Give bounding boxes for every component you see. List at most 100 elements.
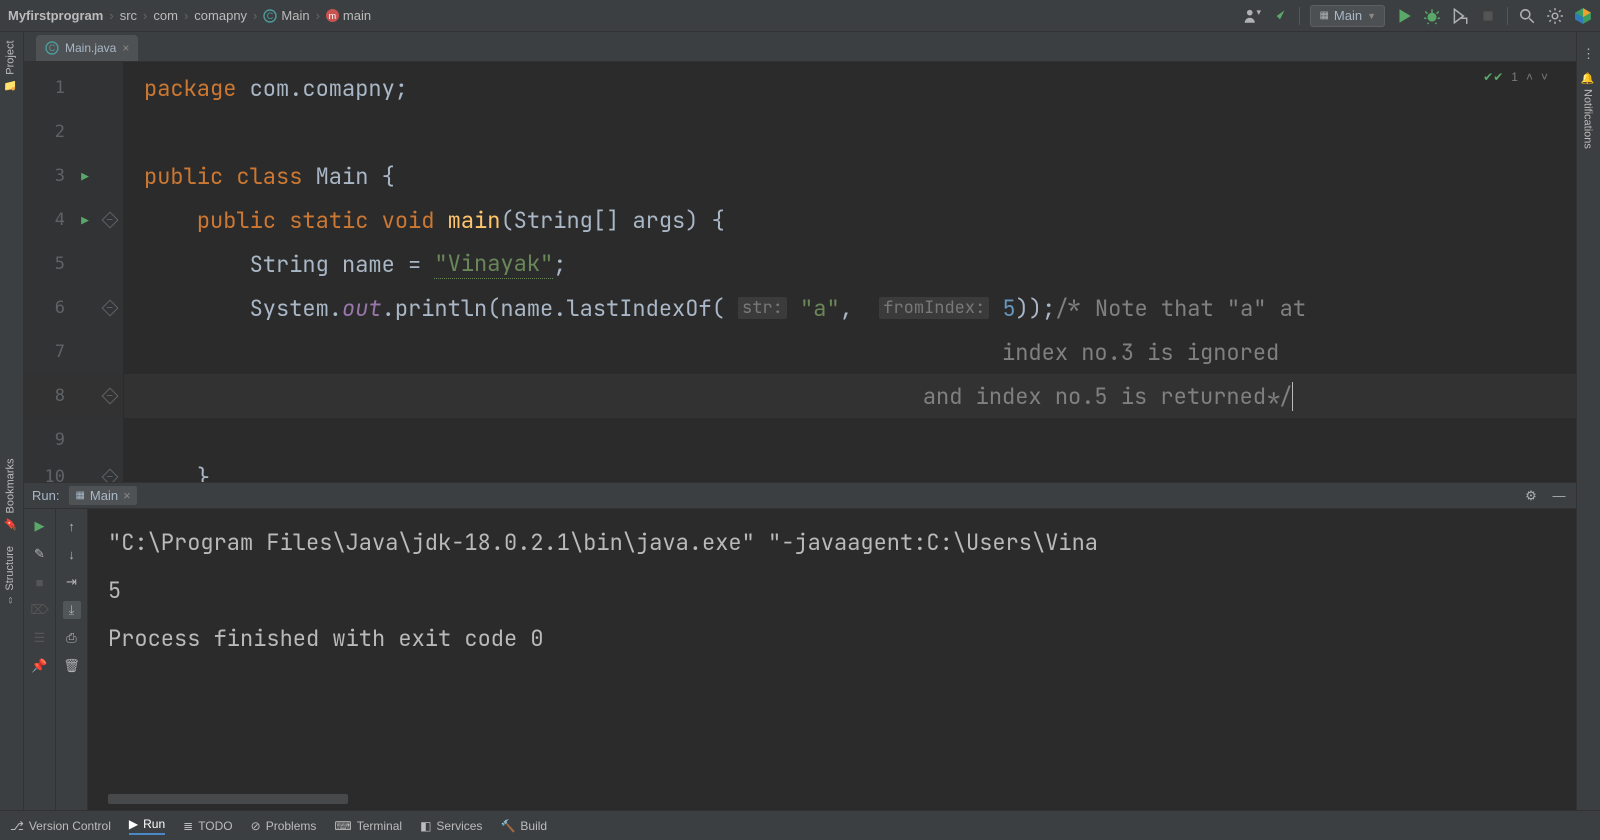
bc-method[interactable]: main <box>343 8 371 23</box>
run-coverage-button[interactable] <box>1451 7 1469 25</box>
problems-tool-tab[interactable]: ⊘Problems <box>251 819 317 833</box>
ide-logo-icon[interactable] <box>1574 7 1592 25</box>
bc-comapny[interactable]: comapny <box>194 8 247 23</box>
line-number[interactable]: 2 <box>24 110 95 154</box>
edit-config-icon[interactable]: ✎ <box>31 545 49 563</box>
run-side-toolbar-2: ↑ ↓ ⇥ ⤓ ⎙ 🗑 <box>56 509 88 810</box>
run-tab[interactable]: ▦ Main × <box>69 486 136 505</box>
svg-text:C: C <box>267 11 274 21</box>
hammer-icon: 🔨 <box>500 819 515 833</box>
checkmark-return-icon[interactable] <box>1271 7 1289 25</box>
terminal-tool-tab[interactable]: ⌨Terminal <box>334 819 402 833</box>
project-tool-tab[interactable]: 📁Project <box>0 32 21 100</box>
chevron-up-icon[interactable]: ˄ <box>1526 70 1533 84</box>
inlay-hint: fromIndex: <box>879 297 989 319</box>
line-number[interactable]: 7 <box>24 330 95 374</box>
console-line: Process finished with exit code 0 <box>108 615 1556 663</box>
gear-icon[interactable]: ⚙ <box>1522 487 1540 505</box>
notifications-tool-tab[interactable]: 🔔Notifications <box>1577 64 1598 157</box>
up-icon[interactable]: ↑ <box>63 517 81 535</box>
method-icon: m <box>326 9 339 22</box>
chevron-right-icon: › <box>314 8 322 23</box>
bc-class[interactable]: Main <box>281 8 309 23</box>
left-tool-sidebar: 📁Project 🔖Bookmarks ⇔Structure <box>0 32 24 810</box>
trash-icon[interactable]: 🗑 <box>63 657 81 675</box>
breadcrumb: Myfirstprogram › src › com › comapny › C… <box>8 8 371 23</box>
stop-button[interactable] <box>1479 7 1497 25</box>
line-number[interactable]: 10 <box>24 462 95 482</box>
bc-project[interactable]: Myfirstprogram <box>8 8 103 23</box>
more-icon[interactable]: ⋮ <box>1577 44 1600 64</box>
chevron-right-icon: › <box>107 8 115 23</box>
print-icon[interactable]: ⎙ <box>63 629 81 647</box>
editor-tab-main[interactable]: C Main.java × <box>36 35 138 61</box>
stop-icon[interactable]: ■ <box>31 573 49 591</box>
bc-com[interactable]: com <box>153 8 178 23</box>
bottom-tool-bar: ⎇Version Control ▶Run ≣TODO ⊘Problems ⌨T… <box>0 810 1600 840</box>
run-gutter-icon[interactable]: ▶ <box>81 169 89 184</box>
pin-icon[interactable]: 📌 <box>31 657 49 675</box>
fold-gutter: − − − − <box>96 62 124 482</box>
services-tool-tab[interactable]: ◧Services <box>420 819 482 833</box>
code-editor[interactable]: 1 2 3▶ 4▶ 5 6 7 8 9 10 − − − − ✔✔ 1 ˄ <box>24 62 1576 482</box>
vcs-tool-tab[interactable]: ⎇Version Control <box>10 819 111 833</box>
minimize-icon[interactable]: — <box>1550 487 1568 505</box>
problem-count: 1 <box>1511 70 1518 84</box>
close-icon[interactable]: × <box>122 41 129 55</box>
services-icon: ◧ <box>420 819 431 833</box>
bc-src[interactable]: src <box>120 8 137 23</box>
search-icon[interactable] <box>1518 7 1536 25</box>
soft-wrap-icon[interactable]: ⇥ <box>63 573 81 591</box>
fold-toggle-icon[interactable]: − <box>101 300 118 317</box>
line-number[interactable]: 4▶ <box>24 198 95 242</box>
editor-tab-label: Main.java <box>65 41 116 55</box>
line-number-gutter: 1 2 3▶ 4▶ 5 6 7 8 9 10 <box>24 62 96 482</box>
chevron-down-icon: ▼ <box>1367 11 1376 21</box>
run-config-selector[interactable]: ▦ Main ▼ <box>1310 5 1385 27</box>
text-cursor <box>1292 382 1306 411</box>
list-icon: ≣ <box>183 819 193 833</box>
chevron-right-icon: › <box>251 8 259 23</box>
horizontal-scrollbar[interactable] <box>108 794 348 804</box>
toolbar-right: ▾ ▦ Main ▼ <box>1243 5 1592 27</box>
console-output[interactable]: "C:\Program Files\Java\jdk-18.0.2.1\bin\… <box>88 509 1576 810</box>
fold-toggle-icon[interactable]: − <box>101 212 118 229</box>
fold-toggle-icon[interactable]: − <box>101 469 118 482</box>
line-number[interactable]: 5 <box>24 242 95 286</box>
run-config-name: Main <box>1334 8 1362 23</box>
run-icon: ▶ <box>129 817 138 831</box>
line-number[interactable]: 6 <box>24 286 95 330</box>
add-user-icon[interactable]: ▾ <box>1243 7 1261 25</box>
app-icon: ▦ <box>1319 10 1328 21</box>
line-number[interactable]: 9 <box>24 418 95 462</box>
close-icon[interactable]: × <box>123 488 131 503</box>
exit-icon[interactable]: ⌦ <box>31 601 49 619</box>
line-number[interactable]: 8 <box>24 374 95 418</box>
run-gutter-icon[interactable]: ▶ <box>81 213 89 228</box>
check-icon: ✔✔ <box>1483 70 1503 84</box>
run-tool-tab[interactable]: ▶Run <box>129 817 165 835</box>
line-number[interactable]: 1 <box>24 66 95 110</box>
line-number[interactable]: 3▶ <box>24 154 95 198</box>
structure-tool-tab[interactable]: ⇔Structure <box>0 538 20 614</box>
gear-icon[interactable] <box>1546 7 1564 25</box>
chevron-right-icon: › <box>141 8 149 23</box>
down-icon[interactable]: ↓ <box>63 545 81 563</box>
build-tool-tab[interactable]: 🔨Build <box>500 819 547 833</box>
terminal-icon: ⌨ <box>334 819 351 833</box>
inlay-hint: str: <box>738 297 787 319</box>
run-button[interactable] <box>1395 7 1413 25</box>
rerun-icon[interactable]: ▶ <box>31 517 49 535</box>
scroll-end-icon[interactable]: ⤓ <box>63 601 81 619</box>
debug-button[interactable] <box>1423 7 1441 25</box>
inspection-widget[interactable]: ✔✔ 1 ˄ ˅ <box>1483 70 1548 84</box>
dump-icon[interactable]: ☰ <box>31 629 49 647</box>
code-area[interactable]: ✔✔ 1 ˄ ˅ package com.comapny; public cla… <box>124 62 1576 482</box>
fold-toggle-icon[interactable]: − <box>101 388 118 405</box>
chevron-down-icon[interactable]: ˅ <box>1541 70 1548 84</box>
chevron-right-icon: › <box>182 8 190 23</box>
todo-tool-tab[interactable]: ≣TODO <box>183 819 233 833</box>
run-tool-window: Run: ▦ Main × ⚙ — ▶ ✎ ■ ⌦ ☰ 📌 <box>24 482 1576 810</box>
separator <box>1507 7 1508 25</box>
bookmarks-tool-tab[interactable]: 🔖Bookmarks <box>0 450 21 538</box>
